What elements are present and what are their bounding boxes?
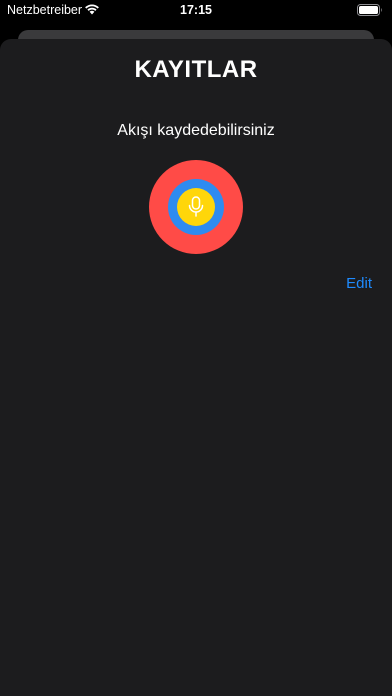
record-hint-text: Akışı kaydedebilirsiniz — [117, 122, 275, 139]
edit-button[interactable]: Edit — [346, 275, 372, 292]
battery-icon — [357, 4, 382, 16]
record-button-ring — [168, 179, 224, 235]
record-button-core — [177, 188, 215, 226]
page-title: KAYITLAR — [134, 56, 258, 83]
status-time: 17:15 — [180, 3, 212, 17]
app-screen: Netzbetreiber 17:15 KAYITLAR Akışı kayde… — [0, 0, 392, 696]
record-button[interactable] — [149, 160, 243, 254]
microphone-icon — [188, 196, 204, 217]
status-bar: Netzbetreiber 17:15 — [0, 0, 392, 22]
